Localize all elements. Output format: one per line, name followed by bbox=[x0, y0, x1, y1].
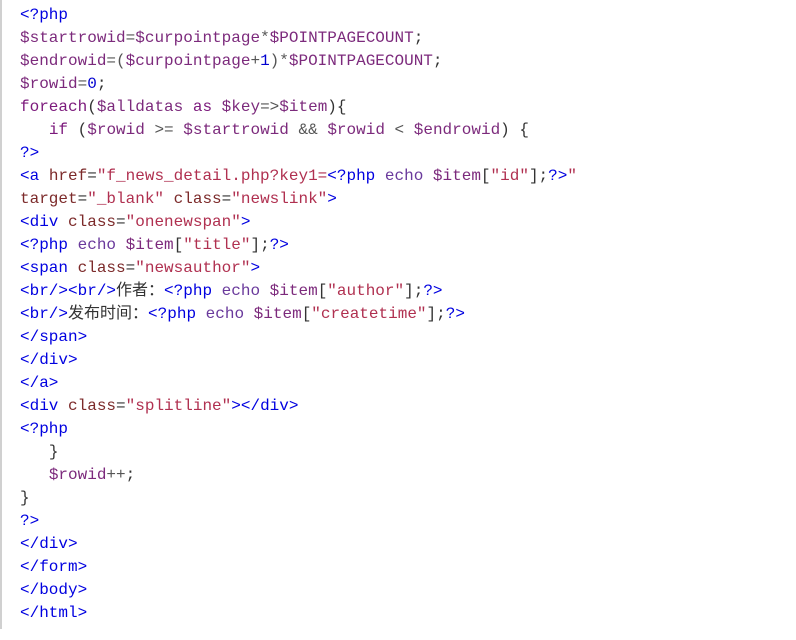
code-line: target="_blank" class="newslink"> bbox=[20, 188, 796, 211]
code-line: </body> bbox=[20, 579, 796, 602]
code-line: ?> bbox=[20, 510, 796, 533]
code-line: <br/>发布时间：<?php echo $item["createtime"]… bbox=[20, 303, 796, 326]
code-line: $startrowid=$curpointpage*$POINTPAGECOUN… bbox=[20, 27, 796, 50]
code-line: </span> bbox=[20, 326, 796, 349]
code-line: $rowid++; bbox=[20, 464, 796, 487]
code-line: foreach($alldatas as $key=>$item){ bbox=[20, 96, 796, 119]
code-line: <?php bbox=[20, 4, 796, 27]
code-line: <?php bbox=[20, 418, 796, 441]
code-editor[interactable]: <?php$startrowid=$curpointpage*$POINTPAG… bbox=[0, 0, 796, 629]
code-line: ?> bbox=[20, 142, 796, 165]
code-line: if ($rowid >= $startrowid && $rowid < $e… bbox=[20, 119, 796, 142]
code-line: <?php echo $item["title"];?> bbox=[20, 234, 796, 257]
code-line: </a> bbox=[20, 372, 796, 395]
code-line: </div> bbox=[20, 533, 796, 556]
code-line: </form> bbox=[20, 556, 796, 579]
code-line: <div class="onenewspan"> bbox=[20, 211, 796, 234]
code-line: $rowid=0; bbox=[20, 73, 796, 96]
code-line: <a href="f_news_detail.php?key1=<?php ec… bbox=[20, 165, 796, 188]
code-line: </html> bbox=[20, 602, 796, 625]
code-line: </div> bbox=[20, 349, 796, 372]
code-line: $endrowid=($curpointpage+1)*$POINTPAGECO… bbox=[20, 50, 796, 73]
code-line: } bbox=[20, 487, 796, 510]
code-line: <div class="splitline"></div> bbox=[20, 395, 796, 418]
code-line: <br/><br/>作者：<?php echo $item["author"];… bbox=[20, 280, 796, 303]
code-line: } bbox=[20, 441, 796, 464]
code-line: <span class="newsauthor"> bbox=[20, 257, 796, 280]
